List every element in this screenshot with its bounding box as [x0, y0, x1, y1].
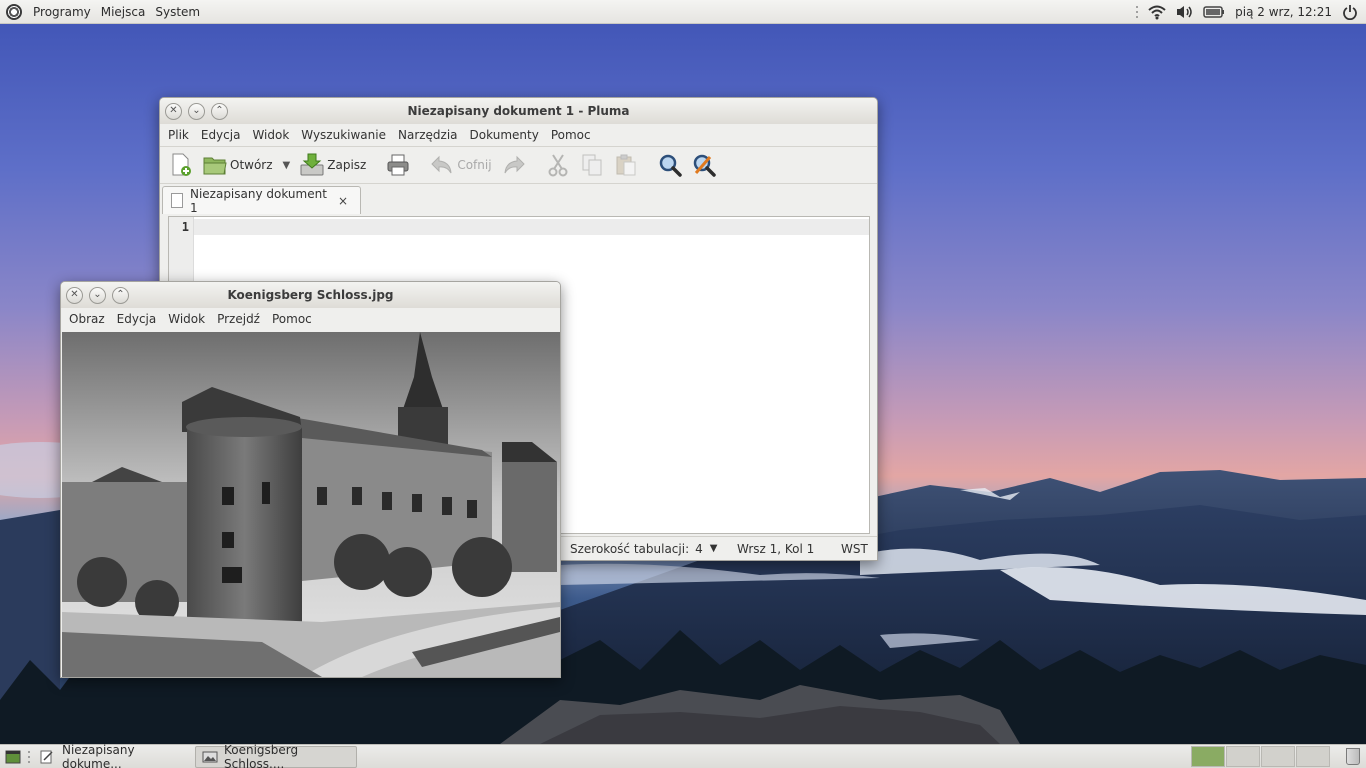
workspace-3[interactable] — [1261, 746, 1295, 767]
scissors-icon — [546, 153, 570, 177]
find-replace-button[interactable] — [689, 150, 719, 180]
task-label: Niezapisany dokume... — [62, 742, 135, 768]
save-icon — [300, 153, 324, 177]
document-tabs: Niezapisany dokument 1 × — [160, 184, 877, 215]
show-desktop-icon[interactable] — [5, 750, 21, 764]
battery-icon[interactable] — [1203, 5, 1225, 19]
menu-documents[interactable]: Dokumenty — [464, 124, 545, 146]
search-icon — [658, 153, 682, 177]
distro-logo-icon[interactable] — [6, 3, 22, 20]
menu-view[interactable]: Widok — [162, 308, 211, 330]
pluma-menubar: Plik Edycja Widok Wyszukiwanie Narzędzia… — [160, 124, 877, 146]
workspace-2[interactable] — [1226, 746, 1260, 767]
insert-mode: WST — [841, 541, 868, 556]
panel-handle-icon — [27, 750, 31, 764]
close-window-button[interactable]: ✕ — [66, 286, 83, 304]
find-button[interactable] — [655, 150, 685, 180]
current-line-highlight — [194, 219, 869, 235]
minimize-window-button[interactable]: ⌄ — [188, 102, 205, 120]
text-editor-icon — [40, 750, 54, 764]
workspace-1[interactable] — [1191, 746, 1225, 767]
chevron-down-icon: ▼ — [709, 543, 718, 554]
undo-button[interactable]: Cofnij — [427, 150, 494, 180]
redo-icon — [502, 153, 526, 177]
maximize-window-button[interactable]: ⌃ — [112, 286, 129, 304]
print-button[interactable] — [383, 150, 413, 180]
menu-go[interactable]: Przejdź — [211, 308, 266, 330]
recent-files-dropdown[interactable]: ▼ — [280, 150, 294, 180]
cursor-position: Wrsz 1, Kol 1 — [737, 541, 815, 556]
printer-icon — [386, 153, 410, 177]
menu-search[interactable]: Wyszukiwanie — [295, 124, 392, 146]
workspace-switcher — [1190, 746, 1330, 767]
paste-icon — [614, 153, 638, 177]
menu-edit[interactable]: Edycja — [195, 124, 247, 146]
volume-icon[interactable] — [1175, 4, 1195, 20]
panel-handle-icon — [1135, 5, 1139, 19]
close-window-button[interactable]: ✕ — [165, 102, 182, 120]
workspace-4[interactable] — [1296, 746, 1330, 767]
chevron-down-icon: ▼ — [282, 159, 291, 171]
maximize-window-button[interactable]: ⌃ — [211, 102, 228, 120]
undo-label: Cofnij — [457, 158, 492, 172]
menu-applications[interactable]: Programy — [28, 0, 96, 24]
bottom-panel: Niezapisany dokume... Koenigsberg Schlos… — [0, 742, 1366, 768]
menu-edit[interactable]: Edycja — [111, 308, 163, 330]
find-replace-icon — [692, 153, 716, 177]
top-panel: Programy Miejsca System pią 2 wrz, 12:21 — [0, 0, 1366, 24]
tab-width-value: 4 — [695, 541, 703, 556]
tab-close-icon[interactable]: × — [338, 194, 348, 208]
save-button[interactable]: Zapisz — [297, 150, 369, 180]
open-label: Otwórz — [230, 158, 273, 172]
document-icon — [171, 193, 183, 208]
task-label: Koenigsberg Schloss.... — [224, 742, 299, 768]
tab-label: Niezapisany dokument 1 — [189, 186, 327, 215]
menu-system[interactable]: System — [150, 0, 205, 24]
new-document-icon — [169, 153, 193, 177]
copy-button[interactable] — [577, 150, 607, 180]
folder-open-icon — [203, 153, 227, 177]
viewer-menubar: Obraz Edycja Widok Przejdź Pomoc — [61, 308, 560, 330]
menu-image[interactable]: Obraz — [63, 308, 111, 330]
paste-button[interactable] — [611, 150, 641, 180]
line-number: 1 — [181, 220, 189, 234]
open-button[interactable]: Otwórz — [200, 150, 276, 180]
image-viewer-icon — [202, 750, 218, 764]
tab-width-label: Szerokość tabulacji: — [570, 541, 690, 556]
task-image-viewer[interactable]: Koenigsberg Schloss.... — [195, 742, 357, 768]
tab-document-1[interactable]: Niezapisany dokument 1 × — [162, 186, 361, 215]
menu-file[interactable]: Plik — [162, 124, 195, 146]
new-document-button[interactable] — [166, 150, 196, 180]
trash-icon[interactable] — [1346, 748, 1360, 765]
minimize-window-button[interactable]: ⌄ — [89, 286, 106, 304]
cut-button[interactable] — [543, 150, 573, 180]
clock[interactable]: pią 2 wrz, 12:21 — [1235, 5, 1332, 19]
undo-icon — [430, 153, 454, 177]
image-viewer-window: ✕ ⌄ ⌃ Koenigsberg Schloss.jpg Obraz Edyc… — [60, 281, 561, 678]
wifi-icon[interactable] — [1147, 4, 1167, 20]
copy-icon — [580, 153, 604, 177]
power-icon[interactable] — [1342, 4, 1358, 20]
menu-places[interactable]: Miejsca — [96, 0, 151, 24]
redo-button[interactable] — [499, 150, 529, 180]
menu-view[interactable]: Widok — [246, 124, 295, 146]
menu-help[interactable]: Pomoc — [266, 308, 318, 330]
tab-width-selector[interactable]: Szerokość tabulacji: 4 ▼ — [560, 542, 727, 556]
viewer-titlebar[interactable]: ✕ ⌄ ⌃ Koenigsberg Schloss.jpg — [61, 282, 560, 308]
menu-help[interactable]: Pomoc — [545, 124, 597, 146]
window-title: Niezapisany dokument 1 - Pluma — [407, 104, 630, 118]
pluma-toolbar: Otwórz ▼ Zapisz Cofnij — [160, 146, 877, 184]
save-label: Zapisz — [327, 158, 367, 172]
task-pluma[interactable]: Niezapisany dokume... — [33, 742, 193, 768]
menu-tools[interactable]: Narzędzia — [392, 124, 464, 146]
castle-photo-image — [62, 332, 560, 677]
pluma-titlebar[interactable]: ✕ ⌄ ⌃ Niezapisany dokument 1 - Pluma — [160, 98, 877, 124]
window-title: Koenigsberg Schloss.jpg — [227, 288, 394, 302]
castle-photo[interactable] — [62, 332, 560, 677]
